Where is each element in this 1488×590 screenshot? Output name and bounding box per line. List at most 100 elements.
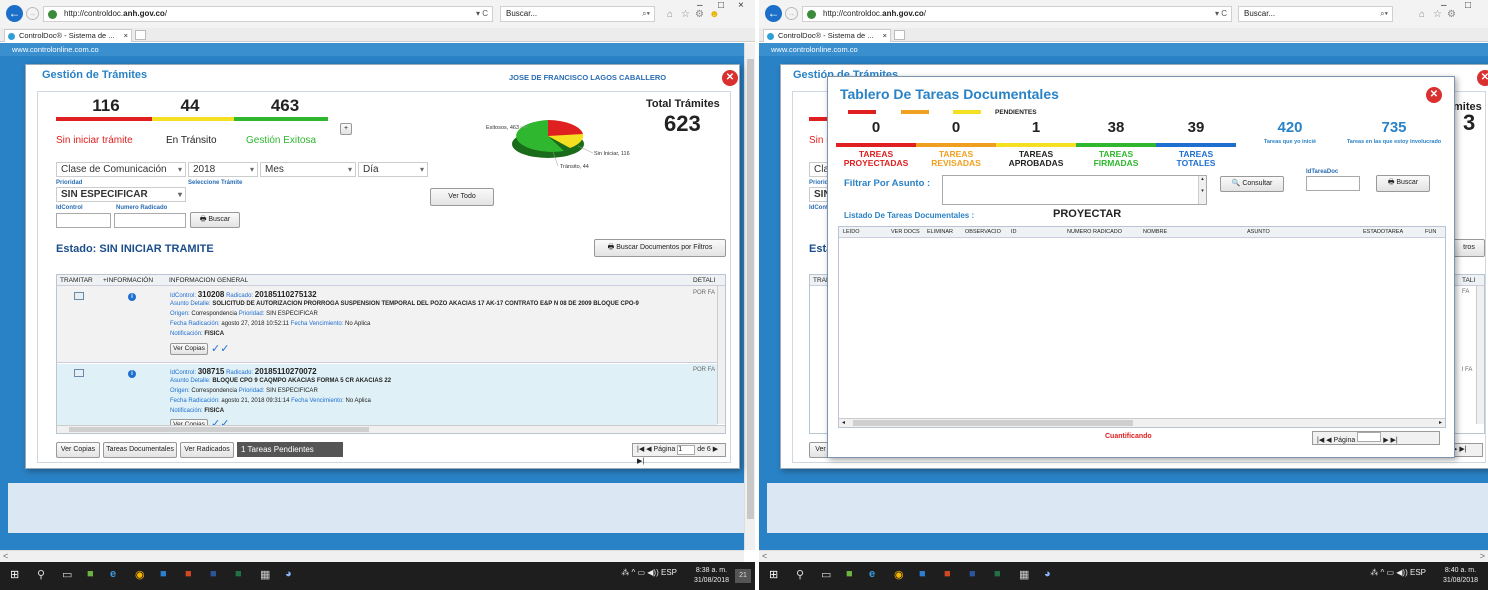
tareas-aprobadas-link[interactable]: TAREAS APROBADAS — [996, 150, 1076, 168]
paint-icon[interactable]: ◕ — [285, 568, 292, 580]
outlook-icon[interactable]: ■ — [160, 568, 167, 580]
prioridad-select[interactable]: SIN ESPECIFICAR ▾ — [56, 187, 186, 202]
star-icon[interactable]: ☆ — [681, 9, 690, 20]
close-icon[interactable]: ✕ — [1426, 87, 1442, 103]
ver-copias-bottom-button[interactable]: Ver Copias — [56, 442, 100, 458]
notification-badge[interactable]: 21 — [735, 569, 751, 583]
minimize-button[interactable]: – — [1441, 0, 1447, 11]
vertical-scrollbar[interactable] — [744, 43, 755, 550]
buscar-filtros-button[interactable]: tros — [1453, 239, 1485, 257]
ver-todo-button[interactable]: Ver Todo — [430, 188, 494, 206]
calculator-icon[interactable]: ▦ — [1019, 568, 1029, 581]
tareas-firmadas-link[interactable]: TAREAS FIRMADAS — [1076, 150, 1156, 168]
close-icon[interactable]: ✕ — [722, 70, 738, 86]
idtarea-input[interactable] — [1306, 176, 1360, 191]
powerpoint-icon[interactable]: ■ — [185, 568, 192, 580]
grid-hscroll-thumb[interactable] — [69, 427, 369, 432]
back-arrow-icon[interactable]: ← — [765, 5, 782, 22]
task-view-icon[interactable]: ▭ — [821, 568, 831, 581]
refresh-icon[interactable]: ▾ C — [1215, 7, 1227, 21]
store-icon[interactable]: ■ — [846, 568, 853, 580]
tramitar-icon[interactable] — [74, 292, 84, 300]
day-select[interactable]: Día ▾ — [358, 162, 428, 177]
tab-close-icon[interactable]: × — [883, 30, 887, 42]
paint-icon[interactable]: ◕ — [1044, 568, 1051, 580]
ver-copias-button[interactable]: Ver Copias — [170, 343, 208, 355]
ver-radicados-button[interactable]: Ver Radicados — [180, 442, 234, 458]
tareas-revisadas-link[interactable]: TAREAS REVISADAS — [916, 150, 996, 168]
calculator-icon[interactable]: ▦ — [260, 568, 270, 581]
search-icon[interactable]: ⌕▾ — [1380, 7, 1388, 21]
tareas-proyectadas-link[interactable]: TAREAS PROYECTADAS — [836, 150, 916, 168]
search-icon[interactable]: ⌕▾ — [642, 7, 650, 21]
windows-icon[interactable]: ⊞ — [10, 568, 19, 581]
month-select[interactable]: Mes ▾ — [260, 162, 356, 177]
minimize-button[interactable]: – — [697, 0, 703, 11]
forward-arrow-icon[interactable]: → — [785, 7, 798, 20]
refresh-icon[interactable]: ▾ C — [476, 7, 488, 21]
tareas-documentales-button[interactable]: Tareas Documentales — [103, 442, 177, 458]
search-input[interactable]: Buscar... ⌕▾ — [500, 6, 655, 22]
scroll-right-icon[interactable]: > — [1480, 551, 1485, 561]
powerpoint-icon[interactable]: ■ — [944, 568, 951, 580]
maximize-button[interactable]: □ — [1465, 0, 1471, 11]
system-tray[interactable]: ⁂ ^ ▭ ◀)) ESP — [621, 568, 677, 577]
new-tab-button[interactable] — [894, 30, 905, 40]
clase-comunicacion-select[interactable]: Clase de Comunicación ▾ — [56, 162, 186, 177]
grid-vscroll[interactable] — [1476, 286, 1484, 424]
ie-icon[interactable]: e — [110, 568, 116, 580]
ie-icon[interactable]: e — [869, 568, 875, 580]
grid-hscroll[interactable] — [57, 425, 725, 433]
info-icon[interactable]: i — [128, 293, 136, 301]
page-input[interactable] — [1357, 432, 1382, 442]
windows-icon[interactable]: ⊞ — [769, 568, 778, 581]
clock[interactable]: 8:38 a. m. 31/08/2018 — [694, 566, 729, 586]
search-icon[interactable]: ⚲ — [37, 568, 45, 581]
prev-page-icon[interactable]: ◀ — [1326, 437, 1331, 444]
word-icon[interactable]: ■ — [969, 568, 976, 580]
tareas-yo-inicie-count[interactable]: 420 — [1250, 119, 1330, 136]
table-row[interactable]: i IdControl: 310208 Radicado: 2018511027… — [57, 286, 717, 363]
first-page-icon[interactable]: |◀ — [637, 446, 644, 453]
chrome-icon[interactable]: ◉ — [894, 568, 904, 581]
horizontal-scrollbar[interactable]: < > — [759, 550, 1488, 562]
scroll-thumb[interactable] — [747, 59, 754, 519]
buscar-button[interactable]: 🖶 Buscar — [1376, 175, 1430, 192]
home-icon[interactable]: ⌂ — [667, 9, 673, 20]
tab-close-icon[interactable]: × — [124, 30, 128, 42]
excel-icon[interactable]: ■ — [994, 568, 1001, 580]
store-icon[interactable]: ■ — [87, 568, 94, 580]
search-icon[interactable]: ⚲ — [796, 568, 804, 581]
browser-tab[interactable]: ControlDoc® - Sistema de ... × — [4, 29, 132, 42]
consultar-button[interactable]: 🔍 Consultar — [1220, 176, 1284, 192]
grid-hscroll[interactable]: ◂ ▸ — [839, 418, 1445, 427]
buscar-button[interactable]: 🖶 Buscar — [190, 212, 240, 228]
address-bar[interactable]: http://controldoc.anh.gov.co/ ▾ C — [802, 6, 1232, 22]
filtrar-asunto-input[interactable]: ▴ ▾ — [942, 175, 1207, 205]
maximize-button[interactable]: □ — [718, 0, 724, 11]
radicado-input[interactable] — [114, 213, 186, 228]
year-select[interactable]: 2018 ▾ — [188, 162, 258, 177]
gear-icon[interactable]: ⚙ — [1447, 9, 1456, 20]
first-page-icon[interactable]: |◀ — [1317, 437, 1324, 444]
buscar-filtros-button[interactable]: 🖶 Buscar Documentos por Filtros — [594, 239, 726, 257]
input-scroll-icon[interactable]: ▴ ▾ — [1198, 176, 1206, 204]
scroll-left-icon[interactable]: < — [762, 551, 767, 561]
search-input[interactable]: Buscar... ⌕▾ — [1238, 6, 1393, 22]
prev-page-icon[interactable]: ◀ — [646, 446, 651, 453]
home-icon[interactable]: ⌂ — [1419, 9, 1425, 20]
new-tab-button[interactable] — [135, 30, 146, 40]
grid-vscroll[interactable] — [717, 286, 725, 424]
chrome-icon[interactable]: ◉ — [135, 568, 145, 581]
tareas-totales-link[interactable]: TAREAS TOTALES — [1156, 150, 1236, 168]
next-page-icon[interactable]: ▶ — [1383, 437, 1388, 444]
address-bar[interactable]: http://controldoc.anh.gov.co/ ▾ C — [43, 6, 493, 22]
browser-tab[interactable]: ControlDoc® - Sistema de ... × — [763, 29, 891, 42]
system-tray[interactable]: ⁂ ^ ▭ ◀)) ESP — [1370, 568, 1426, 577]
tareas-involucrado-count[interactable]: 735 — [1354, 119, 1434, 136]
tramitar-icon[interactable] — [74, 369, 84, 377]
task-view-icon[interactable]: ▭ — [62, 568, 72, 581]
last-page-icon[interactable]: ▶| — [1391, 437, 1398, 444]
info-icon[interactable]: i — [128, 370, 136, 378]
forward-arrow-icon[interactable]: → — [26, 7, 39, 20]
